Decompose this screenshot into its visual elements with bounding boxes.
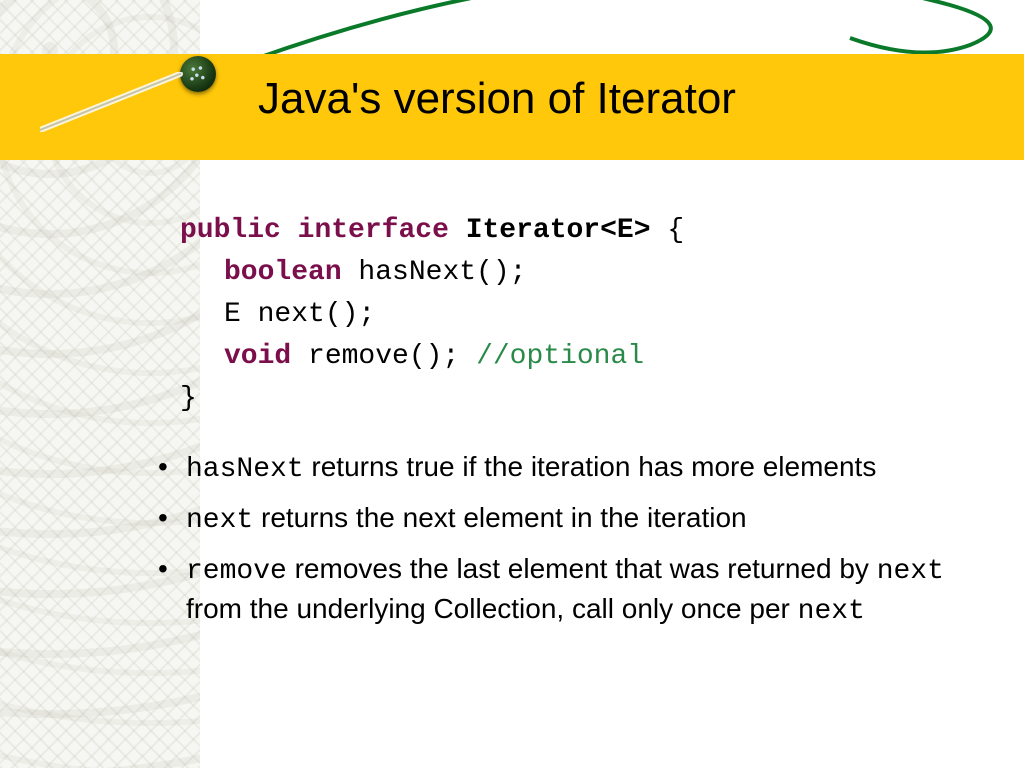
title-bar: Java's version of Iterator bbox=[0, 54, 1024, 160]
list-item: • next returns the next element in the i… bbox=[180, 499, 980, 540]
code-line-4: void remove(); //optional bbox=[180, 336, 980, 378]
list-item: • hasNext returns true if the iteration … bbox=[180, 448, 980, 489]
bullet-icon: • bbox=[158, 499, 168, 537]
bullet-icon: • bbox=[158, 550, 168, 588]
code-line-3: E next(); bbox=[180, 294, 980, 336]
code-line-5: } bbox=[180, 378, 980, 420]
bullet-list: • hasNext returns true if the iteration … bbox=[180, 448, 980, 631]
bullet-icon: • bbox=[158, 448, 168, 486]
code-line-1: public interface Iterator<E> { bbox=[180, 210, 980, 252]
sphere-icon bbox=[180, 56, 216, 92]
slide-content: public interface Iterator<E> { boolean h… bbox=[180, 210, 980, 641]
slide-title: Java's version of Iterator bbox=[258, 74, 736, 124]
code-line-2: boolean hasNext(); bbox=[180, 252, 980, 294]
code-block: public interface Iterator<E> { boolean h… bbox=[180, 210, 980, 420]
list-item: • remove removes the last element that w… bbox=[180, 550, 980, 632]
